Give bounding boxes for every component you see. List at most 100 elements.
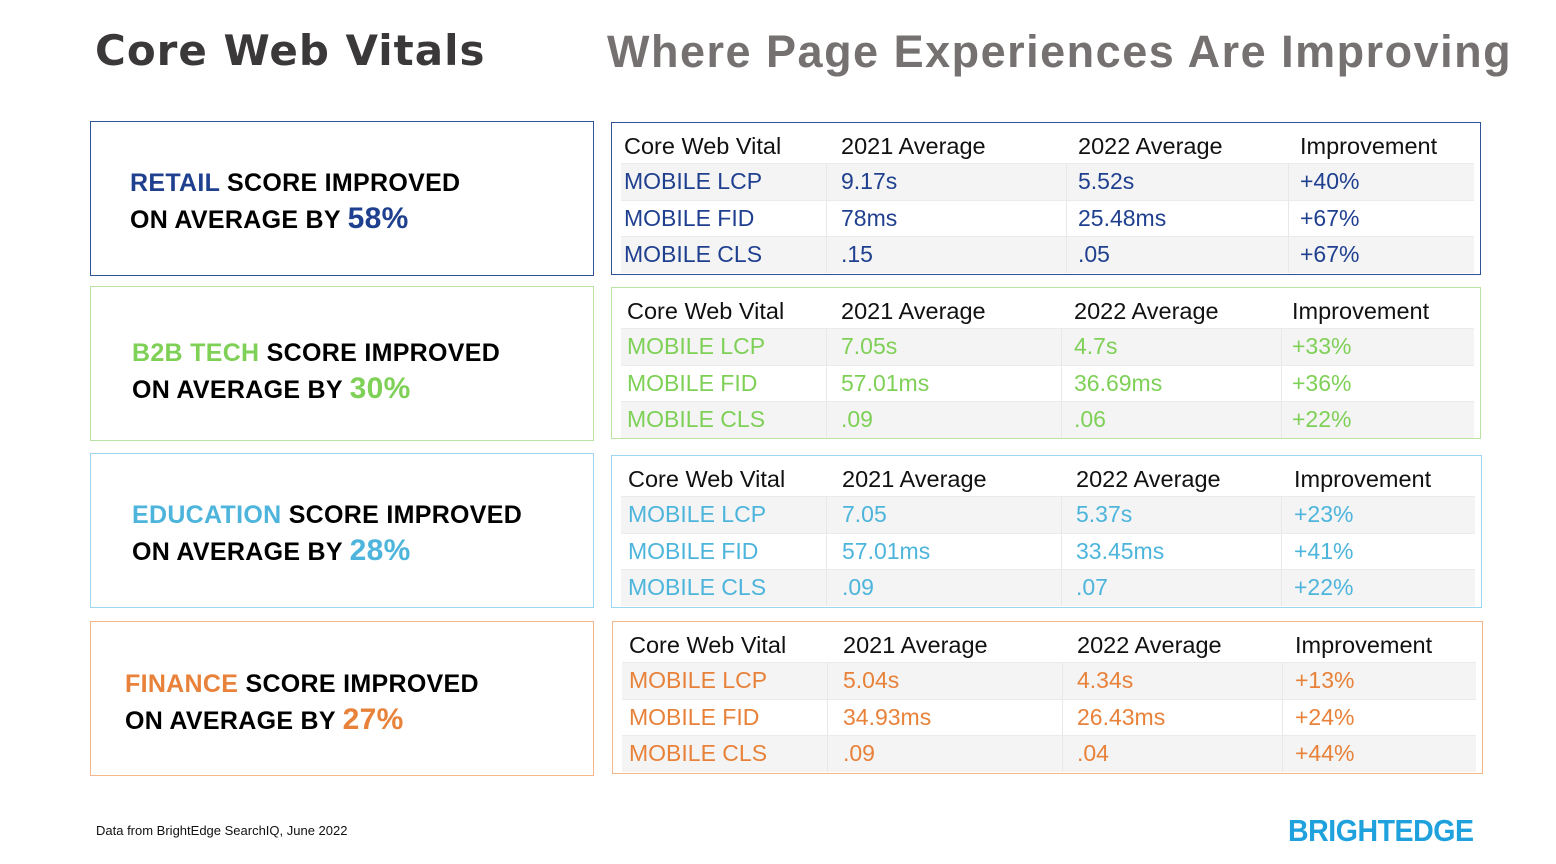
column-divider bbox=[1281, 402, 1282, 438]
table-header-row: Core Web Vital 2021 Average 2022 Average Im… bbox=[622, 628, 1476, 662]
column-divider bbox=[1061, 533, 1062, 569]
table-row: MOBILE LCP 5.04s 4.34s +13% bbox=[622, 662, 1476, 699]
column-header-metric: Core Web Vital bbox=[629, 631, 787, 658]
cell-improvement: +67% bbox=[1300, 204, 1360, 231]
column-divider bbox=[1062, 699, 1063, 735]
cell-avg-2022: .07 bbox=[1076, 574, 1108, 601]
source-note: Data from BrightEdge SearchIQ, June 2022 bbox=[96, 823, 348, 838]
industry-name: EDUCATION bbox=[132, 501, 282, 529]
column-divider bbox=[1281, 533, 1282, 569]
table-row: MOBILE CLS .09 .04 +44% bbox=[622, 735, 1476, 772]
industry-name: FINANCE bbox=[125, 670, 239, 698]
column-header-metric: Core Web Vital bbox=[627, 297, 785, 324]
column-header-improvement: Improvement bbox=[1295, 631, 1433, 658]
cell-avg-2021: 57.01ms bbox=[841, 369, 930, 396]
column-divider bbox=[1066, 200, 1067, 236]
column-divider bbox=[1281, 570, 1282, 606]
column-divider bbox=[826, 533, 827, 569]
column-header-metric: Core Web Vital bbox=[628, 465, 786, 492]
cell-metric: MOBILE LCP bbox=[628, 501, 767, 528]
summary-text: EDUCATION SCORE IMPROVED ON AVERAGE BY 28… bbox=[132, 498, 522, 570]
summary-suffix: SCORE IMPROVED bbox=[281, 501, 523, 529]
summary-line-1: RETAIL SCORE IMPROVED bbox=[130, 166, 460, 201]
table-header-row: Core Web Vital 2021 Average 2022 Average Im… bbox=[621, 462, 1475, 496]
column-divider bbox=[826, 402, 827, 438]
metrics-table-finance: Core Web Vital 2021 Average 2022 Average Im… bbox=[612, 621, 1483, 774]
cell-avg-2021: 7.05s bbox=[841, 333, 898, 360]
column-divider bbox=[1066, 237, 1067, 273]
column-divider bbox=[1282, 663, 1283, 699]
summary-line-1: B2B TECH SCORE IMPROVED bbox=[132, 336, 500, 371]
summary-line-1: FINANCE SCORE IMPROVED bbox=[125, 667, 479, 702]
cell-avg-2021: 78ms bbox=[841, 204, 898, 231]
cell-avg-2021: .09 bbox=[842, 574, 874, 601]
cell-improvement: +44% bbox=[1295, 740, 1355, 767]
metrics-table-retail: Core Web Vital 2021 Average 2022 Average Im… bbox=[611, 122, 1481, 275]
column-header-metric: Core Web Vital bbox=[624, 132, 782, 159]
column-divider bbox=[827, 699, 828, 735]
cell-avg-2022: 33.45ms bbox=[1076, 537, 1165, 564]
page-title: Core Web Vitals bbox=[95, 26, 486, 75]
column-divider bbox=[1066, 164, 1067, 200]
column-divider bbox=[827, 736, 828, 772]
column-divider bbox=[1061, 570, 1062, 606]
summary-suffix: SCORE IMPROVED bbox=[219, 169, 461, 197]
cell-avg-2021: .09 bbox=[841, 406, 873, 433]
table-row: MOBILE FID 78ms 25.48ms +67% bbox=[621, 199, 1474, 236]
cell-improvement: +24% bbox=[1295, 703, 1355, 730]
column-divider bbox=[1281, 497, 1282, 533]
column-divider bbox=[1288, 164, 1289, 200]
cell-avg-2022: 4.7s bbox=[1074, 333, 1118, 360]
column-header-avg-2021: 2021 Average bbox=[842, 465, 987, 492]
table-row: MOBILE FID 57.01ms 36.69ms +36% bbox=[621, 364, 1474, 401]
column-divider bbox=[1288, 200, 1289, 236]
table-row: MOBILE LCP 7.05 5.37s +23% bbox=[621, 496, 1475, 533]
cell-metric: MOBILE CLS bbox=[629, 740, 768, 767]
column-divider bbox=[1061, 402, 1062, 438]
cell-metric: MOBILE LCP bbox=[627, 333, 766, 360]
improvement-percent: 30% bbox=[349, 372, 411, 405]
cell-avg-2021: 5.04s bbox=[843, 667, 900, 694]
table-row: MOBILE FID 57.01ms 33.45ms +41% bbox=[621, 532, 1475, 569]
column-divider bbox=[826, 365, 827, 401]
column-divider bbox=[1061, 497, 1062, 533]
summary-line-2: ON AVERAGE BY 58% bbox=[130, 201, 460, 238]
summary-text: FINANCE SCORE IMPROVED ON AVERAGE BY 27% bbox=[125, 667, 479, 739]
industry-name: B2B TECH bbox=[132, 339, 260, 367]
table-header-row: Core Web Vital 2021 Average 2022 Average Im… bbox=[621, 294, 1474, 328]
improvement-percent: 27% bbox=[342, 703, 404, 736]
column-header-avg-2022: 2022 Average bbox=[1076, 465, 1221, 492]
column-divider bbox=[1281, 329, 1282, 365]
cell-metric: MOBILE CLS bbox=[627, 406, 766, 433]
cell-avg-2021: 9.17s bbox=[841, 168, 898, 195]
summary-line-2: ON AVERAGE BY 28% bbox=[132, 533, 522, 570]
page-subtitle: Where Page Experiences Are Improving bbox=[607, 26, 1513, 77]
cell-improvement: +33% bbox=[1292, 333, 1352, 360]
cell-improvement: +36% bbox=[1292, 369, 1352, 396]
column-header-avg-2021: 2021 Average bbox=[843, 631, 988, 658]
cell-metric: MOBILE LCP bbox=[624, 168, 763, 195]
cell-metric: MOBILE FID bbox=[624, 204, 755, 231]
cell-avg-2022: .05 bbox=[1078, 241, 1110, 268]
column-divider bbox=[1282, 736, 1283, 772]
cell-improvement: +41% bbox=[1294, 537, 1354, 564]
metrics-table-education: Core Web Vital 2021 Average 2022 Average Im… bbox=[611, 455, 1482, 608]
summary-suffix: SCORE IMPROVED bbox=[238, 670, 479, 698]
table-row: MOBILE CLS .09 .06 +22% bbox=[621, 401, 1474, 438]
cell-avg-2022: 5.37s bbox=[1076, 501, 1133, 528]
cell-avg-2022: 5.52s bbox=[1078, 168, 1135, 195]
cell-avg-2021: .15 bbox=[841, 241, 873, 268]
cell-avg-2022: 4.34s bbox=[1077, 667, 1134, 694]
column-header-avg-2022: 2022 Average bbox=[1077, 631, 1222, 658]
metrics-table-b2b-tech: Core Web Vital 2021 Average 2022 Average Im… bbox=[611, 287, 1481, 439]
brightedge-logo: BRIGHTEDGE bbox=[1288, 813, 1474, 848]
column-divider bbox=[1061, 365, 1062, 401]
cell-metric: MOBILE LCP bbox=[629, 667, 768, 694]
column-divider bbox=[826, 497, 827, 533]
cell-avg-2022: 25.48ms bbox=[1078, 204, 1167, 231]
cell-avg-2021: 34.93ms bbox=[843, 703, 932, 730]
column-header-improvement: Improvement bbox=[1294, 465, 1432, 492]
cell-avg-2021: 7.05 bbox=[842, 501, 887, 528]
table: Core Web Vital 2021 Average 2022 Average Im… bbox=[621, 294, 1474, 438]
column-divider bbox=[1061, 329, 1062, 365]
